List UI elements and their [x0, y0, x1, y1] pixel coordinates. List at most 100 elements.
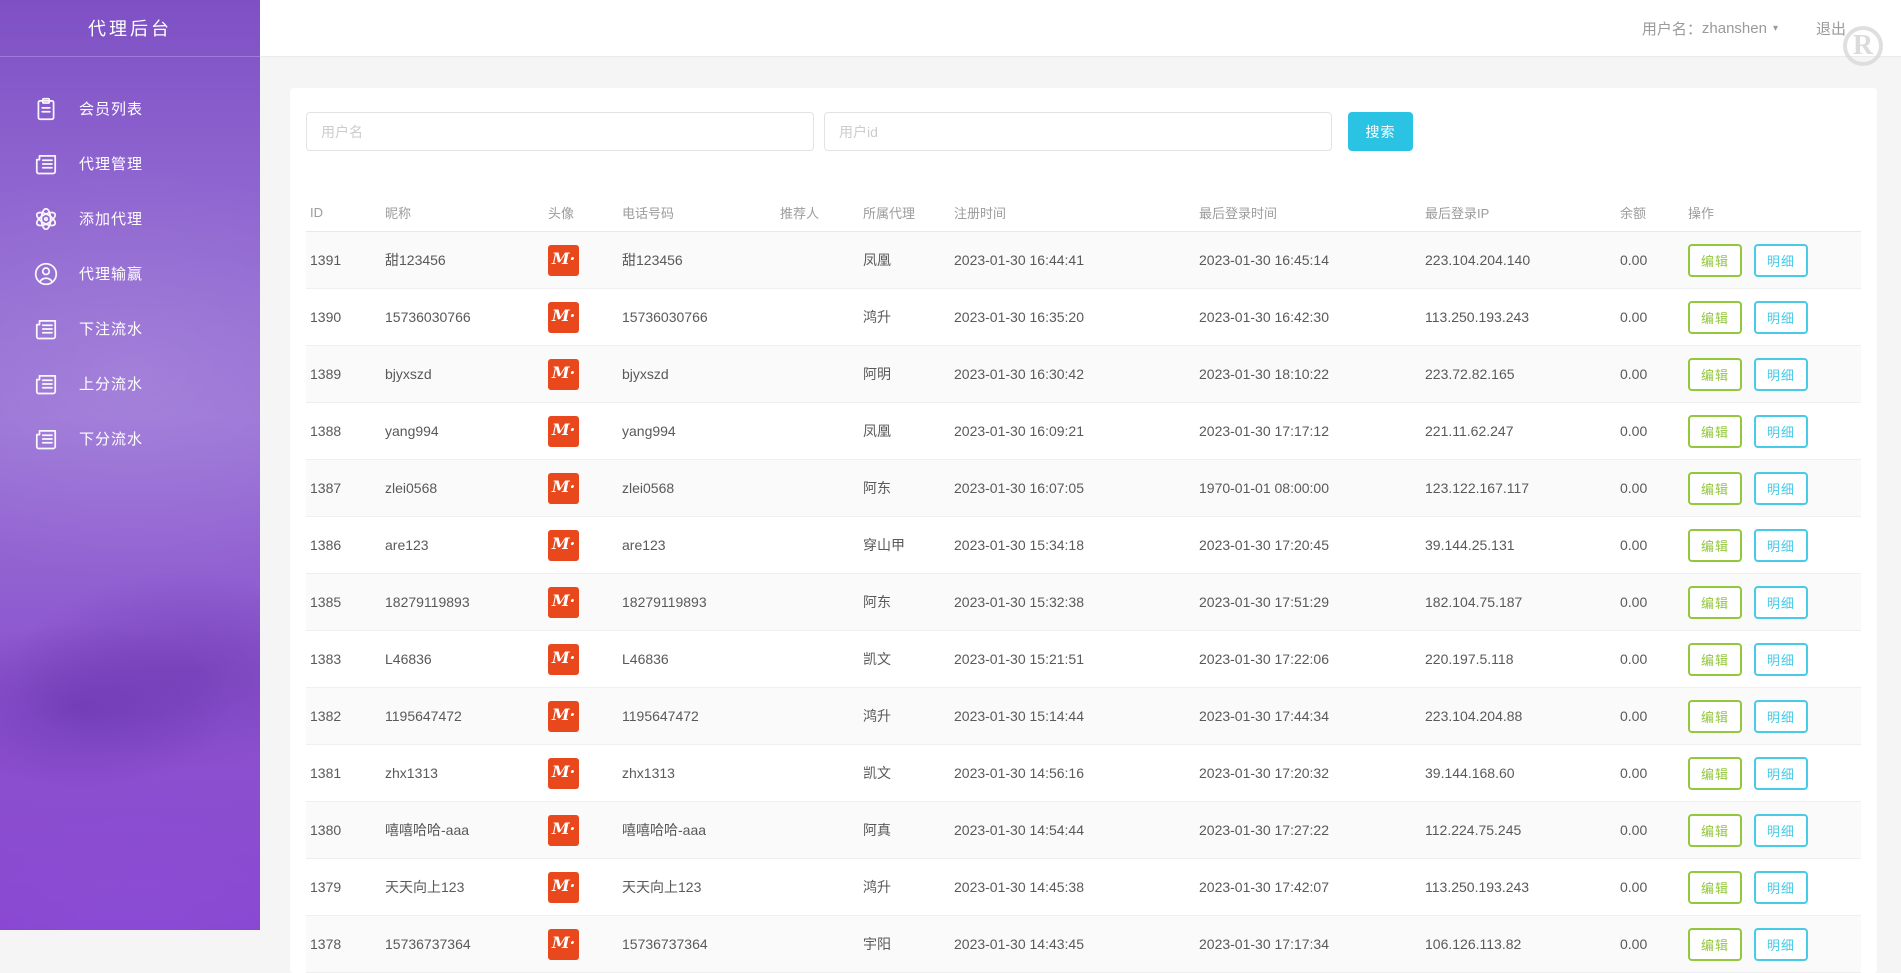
- cell-referrer: [776, 402, 859, 460]
- detail-button[interactable]: 明细: [1753, 528, 1808, 562]
- cell-agent: 鸿升: [859, 288, 950, 346]
- search-button[interactable]: 搜索: [1348, 112, 1413, 151]
- logout-button[interactable]: 退出: [1816, 18, 1846, 39]
- search-bar: 搜索: [306, 112, 1861, 151]
- cell-referrer: [776, 915, 859, 973]
- cell-id: 1379: [306, 858, 381, 916]
- cell-last-login: 2023-01-30 17:27:22: [1195, 801, 1421, 859]
- cell-nickname: 15736737364: [381, 915, 544, 973]
- table-row: 1389 bjyxszd M· bjyxszd 阿明 2023-01-30 16…: [306, 345, 1861, 403]
- table-row: 1380 嘻嘻哈哈-aaa M· 嘻嘻哈哈-aaa 阿真 2023-01-30 …: [306, 801, 1861, 859]
- sidebar-item-agent-manage[interactable]: 代理管理: [0, 136, 260, 191]
- avatar: M·: [548, 472, 579, 504]
- cell-balance: 0.00: [1616, 345, 1684, 403]
- sidebar-item-bet-flow[interactable]: 下注流水: [0, 301, 260, 356]
- edit-button[interactable]: 编辑: [1688, 414, 1743, 448]
- sidebar-item-label: 上分流水: [79, 376, 144, 393]
- newspaper-icon: [33, 151, 59, 177]
- cell-phone: 天天向上123: [618, 858, 776, 916]
- cell-avatar: M·: [544, 858, 618, 916]
- cell-actions: 编辑 明细: [1684, 744, 1861, 802]
- edit-button[interactable]: 编辑: [1688, 300, 1743, 334]
- edit-button[interactable]: 编辑: [1688, 642, 1743, 676]
- sidebar-item-credit-flow[interactable]: 上分流水: [0, 356, 260, 411]
- cell-phone: 18279119893: [618, 573, 776, 631]
- detail-button[interactable]: 明细: [1753, 699, 1808, 733]
- edit-button[interactable]: 编辑: [1688, 471, 1743, 505]
- column-header-2: 头像: [544, 194, 618, 232]
- cell-avatar: M·: [544, 516, 618, 574]
- detail-button[interactable]: 明细: [1753, 756, 1808, 790]
- table-row: 1391 甜123456 M· 甜123456 凤凰 2023-01-30 16…: [306, 231, 1861, 289]
- sidebar-item-label: 代理输赢: [79, 266, 144, 283]
- cell-phone: zhx1313: [618, 744, 776, 802]
- cell-referrer: [776, 345, 859, 403]
- detail-button[interactable]: 明细: [1753, 870, 1808, 904]
- sidebar-item-label: 下分流水: [79, 431, 144, 448]
- detail-button[interactable]: 明细: [1753, 813, 1808, 847]
- cell-reg-time: 2023-01-30 14:56:16: [950, 744, 1195, 802]
- sidebar-item-agent-add[interactable]: 添加代理: [0, 191, 260, 246]
- cell-id: 1388: [306, 402, 381, 460]
- column-header-8: 最后登录IP: [1421, 194, 1616, 232]
- cell-referrer: [776, 630, 859, 688]
- sidebar-item-member-list[interactable]: 会员列表: [0, 81, 260, 136]
- edit-button[interactable]: 编辑: [1688, 927, 1743, 961]
- cell-reg-time: 2023-01-30 14:43:45: [950, 915, 1195, 973]
- cell-id: 1387: [306, 459, 381, 517]
- avatar: M·: [548, 757, 579, 789]
- edit-button[interactable]: 编辑: [1688, 528, 1743, 562]
- sidebar-item-agent-winloss[interactable]: 代理输赢: [0, 246, 260, 301]
- cell-last-login: 2023-01-30 17:20:45: [1195, 516, 1421, 574]
- column-header-9: 余额: [1616, 194, 1684, 232]
- edit-button[interactable]: 编辑: [1688, 870, 1743, 904]
- edit-button[interactable]: 编辑: [1688, 756, 1743, 790]
- detail-button[interactable]: 明细: [1753, 414, 1808, 448]
- cell-balance: 0.00: [1616, 402, 1684, 460]
- cell-actions: 编辑 明细: [1684, 915, 1861, 973]
- cell-avatar: M·: [544, 573, 618, 631]
- edit-button[interactable]: 编辑: [1688, 813, 1743, 847]
- cell-id: 1385: [306, 573, 381, 631]
- table-header-row: ID 昵称 头像 电话号码 推荐人 所属代理 注册时间 最后登录时间 最后登录IP 余额 操作: [306, 194, 1861, 232]
- cell-id: 1378: [306, 915, 381, 973]
- cell-reg-time: 2023-01-30 16:30:42: [950, 345, 1195, 403]
- cell-agent: 凤凰: [859, 402, 950, 460]
- edit-button[interactable]: 编辑: [1688, 357, 1743, 391]
- cell-avatar: M·: [544, 744, 618, 802]
- user-dropdown[interactable]: 用户名： zhanshen ▾: [1642, 18, 1778, 39]
- cell-nickname: bjyxszd: [381, 345, 544, 403]
- username-search-input[interactable]: [306, 112, 814, 151]
- detail-button[interactable]: 明细: [1753, 357, 1808, 391]
- sidebar-item-debit-flow[interactable]: 下分流水: [0, 411, 260, 466]
- avatar: M·: [548, 643, 579, 675]
- detail-button[interactable]: 明细: [1753, 300, 1808, 334]
- cell-balance: 0.00: [1616, 858, 1684, 916]
- table-row: 1382 1195647472 M· 1195647472 鸿升 2023-01…: [306, 687, 1861, 745]
- cell-last-login: 2023-01-30 17:17:34: [1195, 915, 1421, 973]
- detail-button[interactable]: 明细: [1753, 927, 1808, 961]
- username-label: 用户名：: [1641, 21, 1702, 38]
- avatar: M·: [548, 814, 579, 846]
- cell-referrer: [776, 801, 859, 859]
- detail-button[interactable]: 明细: [1753, 585, 1808, 619]
- detail-button[interactable]: 明细: [1753, 642, 1808, 676]
- cell-agent: 阿真: [859, 801, 950, 859]
- cell-id: 1382: [306, 687, 381, 745]
- edit-button[interactable]: 编辑: [1688, 585, 1743, 619]
- edit-button[interactable]: 编辑: [1688, 243, 1743, 277]
- avatar: M·: [548, 529, 579, 561]
- userid-search-input[interactable]: [824, 112, 1332, 151]
- detail-button[interactable]: 明细: [1753, 471, 1808, 505]
- cell-actions: 编辑 明细: [1684, 288, 1861, 346]
- cell-avatar: M·: [544, 459, 618, 517]
- cell-ip: 112.224.75.245: [1421, 801, 1616, 859]
- detail-button[interactable]: 明细: [1753, 243, 1808, 277]
- cell-reg-time: 2023-01-30 15:14:44: [950, 687, 1195, 745]
- cell-actions: 编辑 明细: [1684, 231, 1861, 289]
- cell-phone: 嘻嘻哈哈-aaa: [618, 801, 776, 859]
- column-header-7: 最后登录时间: [1195, 194, 1421, 232]
- edit-button[interactable]: 编辑: [1688, 699, 1743, 733]
- table-row: 1388 yang994 M· yang994 凤凰 2023-01-30 16…: [306, 402, 1861, 460]
- cell-actions: 编辑 明细: [1684, 459, 1861, 517]
